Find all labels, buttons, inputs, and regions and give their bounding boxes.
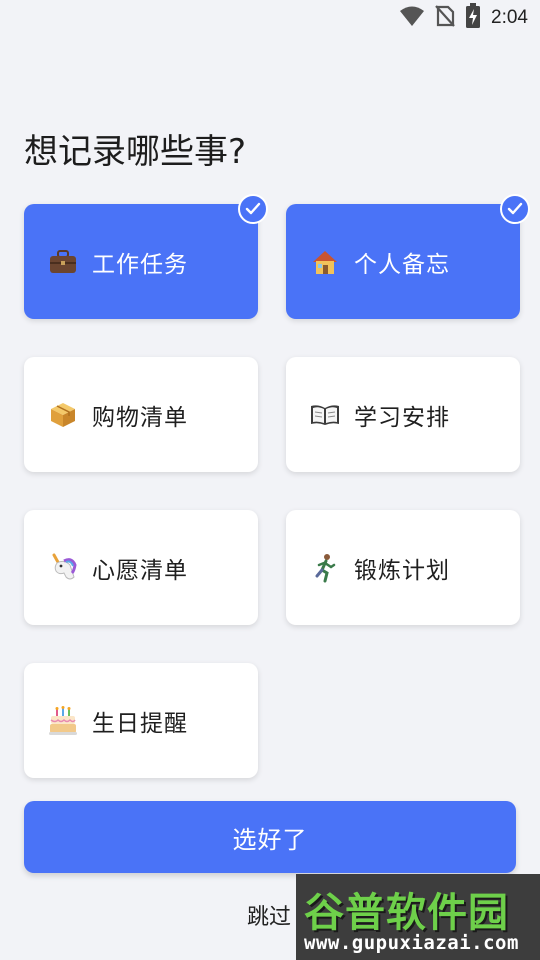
house-icon	[310, 247, 340, 277]
package-box-icon	[48, 400, 78, 430]
category-label: 购物清单	[92, 404, 188, 431]
no-sim-icon	[435, 4, 455, 32]
status-icons: 2:04	[399, 3, 528, 33]
category-label: 学习安排	[354, 404, 450, 431]
status-bar: 2:04	[0, 0, 540, 36]
category-card-wishlist[interactable]: 心愿清单	[24, 510, 258, 625]
wifi-icon	[399, 5, 425, 31]
checkmark-icon	[238, 194, 268, 224]
category-label: 个人备忘	[354, 251, 450, 278]
category-label: 锻炼计划	[354, 557, 450, 584]
status-time: 2:04	[491, 7, 528, 28]
open-book-icon	[310, 400, 340, 430]
checkmark-icon	[500, 194, 530, 224]
skip-link[interactable]: 跳过	[247, 899, 291, 931]
watermark-title: 谷普软件园	[304, 890, 509, 936]
briefcase-icon	[48, 247, 78, 277]
page-title: 想记录哪些事?	[24, 132, 247, 172]
category-card-shopping[interactable]: 购物清单	[24, 357, 258, 472]
category-card-birthday[interactable]: 生日提醒	[24, 663, 258, 778]
confirm-button[interactable]: 选好了	[24, 801, 516, 873]
category-label: 工作任务	[92, 251, 188, 278]
battery-charging-icon	[465, 3, 481, 33]
category-card-personal[interactable]: 个人备忘	[286, 194, 530, 319]
unicorn-icon	[48, 553, 78, 583]
category-label: 生日提醒	[92, 710, 188, 737]
category-label: 心愿清单	[92, 557, 188, 584]
category-card-study[interactable]: 学习安排	[286, 357, 520, 472]
watermark-logo: 谷普软件园 www.gupuxiazai.com	[296, 874, 540, 960]
category-card-exercise[interactable]: 锻炼计划	[286, 510, 520, 625]
birthday-cake-icon	[48, 705, 78, 736]
running-person-icon	[310, 553, 340, 583]
category-card-work[interactable]: 工作任务	[24, 194, 268, 319]
watermark-url: www.gupuxiazai.com	[304, 932, 519, 954]
